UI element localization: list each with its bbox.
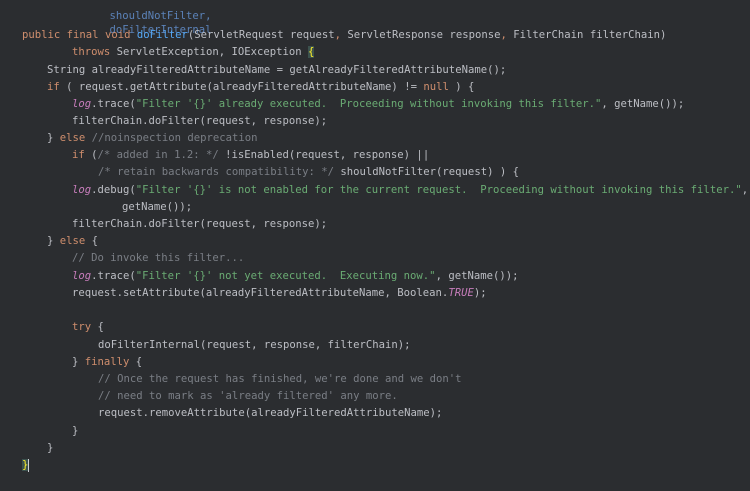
comment-token: /* added in 1.2: */: [97, 149, 219, 161]
code-token: , getName());: [435, 270, 519, 282]
code-token: , getName());: [601, 98, 685, 110]
code-line: }: [47, 440, 53, 457]
code-token: );: [473, 287, 487, 299]
code-token: (: [84, 149, 98, 161]
code-line: // Once the request has finished, we're …: [98, 371, 462, 388]
code-token: }: [72, 425, 79, 437]
code-token: !isEnabled(request, response) ||: [218, 149, 430, 161]
comment-token: // need to mark as 'already filtered' an…: [98, 390, 398, 402]
code-line: throws ServletException, IOException {: [72, 44, 315, 61]
code-token: ,: [500, 29, 514, 41]
code-token: getName());: [122, 201, 193, 213]
code-token: request.removeAttribute(alreadyFilteredA…: [98, 407, 443, 419]
code-token: ServletException, IOException: [116, 46, 302, 58]
code-token: String alreadyFilteredAttributeName = ge…: [47, 64, 507, 76]
code-token: }: [47, 132, 60, 144]
static-field-token: log: [72, 270, 92, 282]
static-field-token: log: [72, 184, 92, 196]
string-token: "Filter '{}' already executed. Proceedin…: [135, 98, 602, 110]
code-line: doFilterInternal: [84, 5, 212, 36]
keyword-token: if: [72, 149, 85, 161]
code-token: ( request.getAttribute(alreadyFilteredAt…: [66, 81, 424, 93]
code-token: request.setAttribute(alreadyFilteredAttr…: [72, 287, 449, 299]
code-token: ,: [334, 29, 348, 41]
keyword-token: final: [66, 29, 99, 41]
code-line: log.debug("Filter '{}' is not enabled fo…: [72, 182, 748, 199]
keyword-token: else: [59, 132, 86, 144]
comment-token: //noinspection deprecation: [85, 132, 258, 144]
code-line: filterChain.doFilter(request, response);: [72, 113, 327, 130]
keyword-token: finally: [84, 356, 130, 368]
code-editor[interactable]: shouldNotFilter, doFilterInternal public…: [0, 0, 750, 491]
code-line: } else {: [47, 233, 98, 250]
method-name-token: doFilter: [136, 29, 188, 41]
code-line: // Do invoke this filter...: [72, 250, 244, 267]
code-token: {: [85, 235, 99, 247]
code-token: }: [47, 235, 60, 247]
keyword-token: if: [47, 81, 60, 93]
code-token: ,: [741, 184, 749, 196]
matched-brace: {: [308, 46, 315, 58]
code-token: }: [72, 356, 85, 368]
type-token: FilterChain: [513, 29, 584, 41]
code-token: shouldNotFilter(request) ) {: [334, 166, 519, 178]
code-token: ): [659, 29, 667, 41]
code-line: filterChain.doFilter(request, response);: [72, 216, 327, 233]
code-token: .trace(: [91, 98, 136, 110]
code-line: }: [72, 423, 78, 440]
string-token: "Filter '{}' not yet executed. Executing…: [135, 270, 436, 282]
code-line: } else //noinspection deprecation: [47, 130, 258, 147]
keyword-token: try: [72, 321, 92, 333]
code-line: request.setAttribute(alreadyFilteredAttr…: [72, 285, 487, 302]
static-field-token: TRUE: [448, 287, 474, 299]
param-token: request: [289, 29, 335, 41]
code-token: }: [47, 442, 54, 454]
code-line: if (/* added in 1.2: */ !isEnabled(reque…: [72, 147, 429, 164]
code-token: filterChain.doFilter(request, response);: [72, 115, 328, 127]
param-token: filterChain: [589, 29, 660, 41]
code-token: filterChain.doFilter(request, response);: [72, 218, 328, 230]
code-line: }: [22, 457, 30, 474]
code-token: {: [91, 321, 104, 333]
static-field-token: log: [72, 98, 92, 110]
code-line: log.trace("Filter '{}' already executed.…: [72, 96, 684, 113]
code-line: public final void doFilter(ServletReques…: [22, 27, 666, 44]
type-token: ServletRequest: [194, 29, 284, 41]
keyword-token: public: [22, 29, 61, 41]
code-line: String alreadyFilteredAttributeName = ge…: [47, 62, 506, 79]
keyword-token: null: [423, 81, 449, 93]
code-line: getName());: [122, 199, 192, 216]
code-token: .debug(: [91, 184, 136, 196]
code-token: .trace(: [91, 270, 136, 282]
comment-token: // Do invoke this filter...: [72, 252, 245, 264]
comment-token: // Once the request has finished, we're …: [98, 373, 462, 385]
keyword-token: void: [104, 29, 131, 41]
code-line: request.removeAttribute(alreadyFilteredA…: [98, 405, 442, 422]
code-line: // need to mark as 'already filtered' an…: [98, 388, 398, 405]
code-line: try {: [72, 319, 104, 336]
code-token: ) {: [448, 81, 475, 93]
code-line: } finally {: [72, 354, 142, 371]
keyword-token: else: [59, 235, 86, 247]
keyword-token: throws: [72, 46, 111, 58]
type-token: ServletResponse: [347, 29, 444, 41]
code-token: {: [129, 356, 143, 368]
comment-token: /* retain backwards compatibility: */: [98, 166, 334, 178]
text-cursor: [28, 458, 30, 472]
param-token: response: [449, 29, 501, 41]
code-line: if ( request.getAttribute(alreadyFiltere…: [47, 79, 474, 96]
code-line: doFilterInternal(request, response, filt…: [98, 337, 411, 354]
string-token: "Filter '{}' is not enabled for the curr…: [135, 184, 742, 196]
code-line: log.trace("Filter '{}' not yet executed.…: [72, 268, 518, 285]
code-token: doFilterInternal(request, response, filt…: [98, 339, 411, 351]
code-line: /* retain backwards compatibility: */ sh…: [98, 164, 519, 181]
